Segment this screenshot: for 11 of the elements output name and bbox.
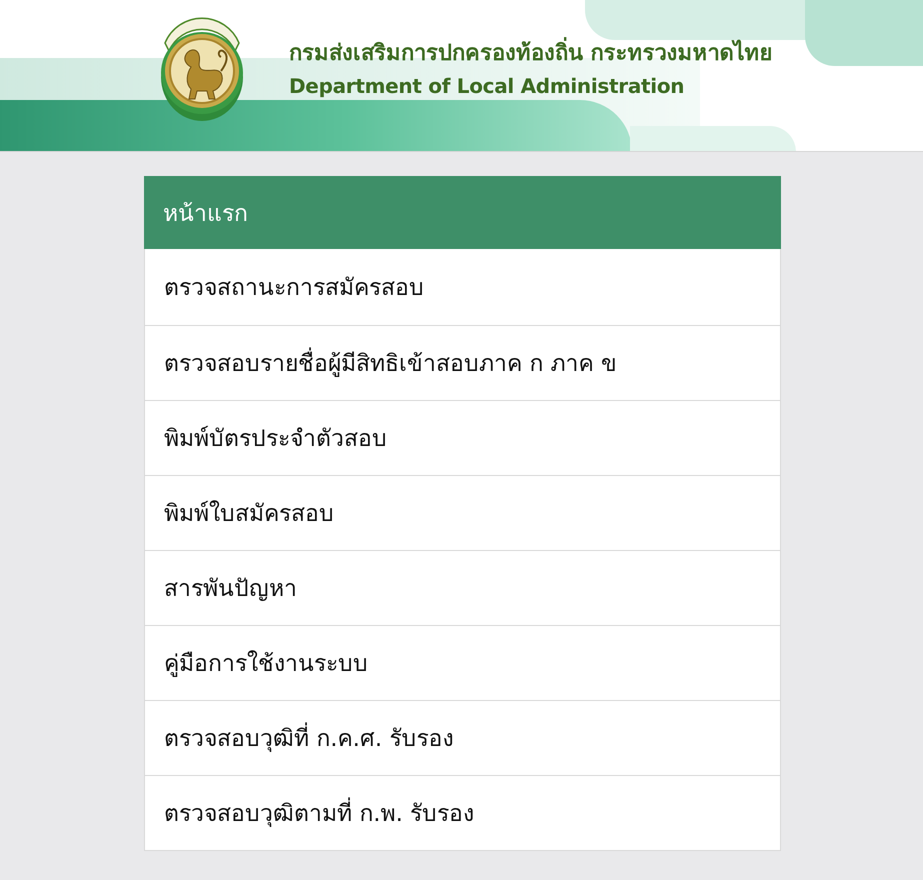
menu-heading: หน้าแรก [144,176,781,249]
menu-link[interactable]: สารพันปัญหา [145,550,780,625]
menu-link[interactable]: ตรวจสอบวุฒิตามที่ ก.พ. รับรอง [145,775,780,850]
menu-link[interactable]: ตรวจสอบรายชื่อผู้มีสิทธิเข้าสอบภาค ก ภาค ข [145,325,780,400]
menu-link[interactable]: ตรวจสอบวุฒิที่ ก.ค.ศ. รับรอง [145,700,780,775]
menu-link[interactable]: พิมพ์ใบสมัครสอบ [145,475,780,550]
menu-link[interactable]: พิมพ์บัตรประจำตัวสอบ [145,400,780,475]
department-title: กรมส่งเสริมการปกครองท้องถิ่น กระทรวงมหาดไทย [289,38,773,68]
menu-link[interactable]: คู่มือการใช้งานระบบ [145,625,780,700]
menu-link[interactable]: ตรวจสถานะการสมัครสอบ [145,249,780,325]
department-subtitle: Department of Local Administration [289,72,686,98]
